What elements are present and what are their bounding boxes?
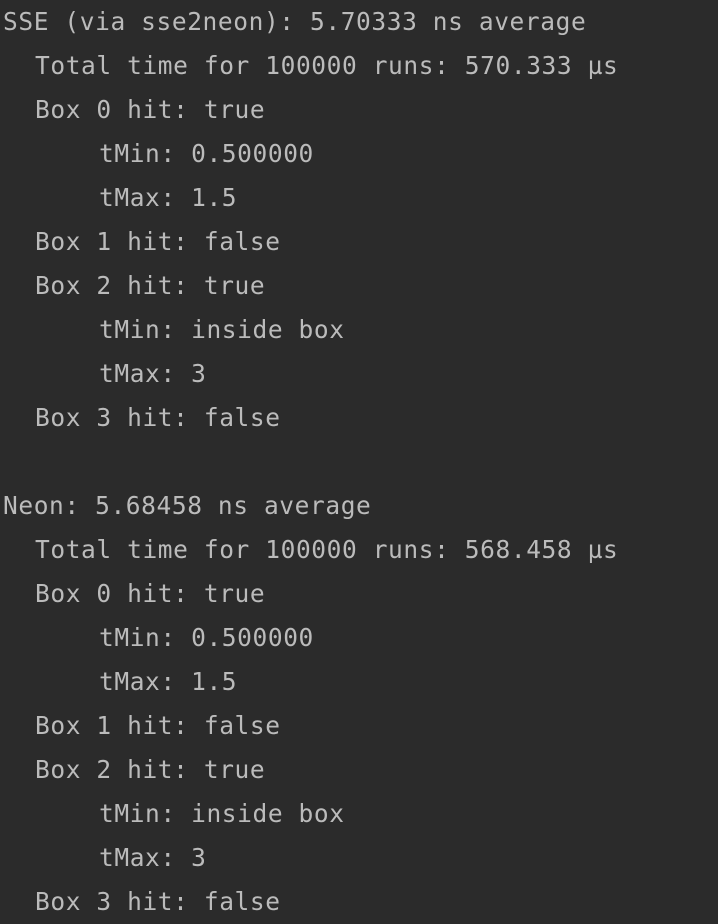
tmax-line: tMax: 1.5 (99, 183, 238, 212)
tmin-line: tMin: 0.500000 (99, 623, 314, 652)
benchmark-header-sse: SSE (via sse2neon): 5.70333 ns average (3, 7, 587, 36)
total-time-line: Total time for 100000 runs: 568.458 µs (35, 535, 619, 564)
tmin-line: tMin: inside box (99, 799, 345, 828)
box-hit-line: Box 0 hit: true (35, 579, 266, 608)
benchmark-header-neon: Neon: 5.68458 ns average (3, 491, 372, 520)
tmax-line: tMax: 1.5 (99, 667, 238, 696)
box-hit-line: Box 1 hit: false (35, 227, 281, 256)
box-hit-line: Box 2 hit: true (35, 271, 266, 300)
tmin-line: tMin: 0.500000 (99, 139, 314, 168)
box-hit-line: Box 3 hit: false (35, 403, 281, 432)
box-hit-line: Box 0 hit: true (35, 95, 266, 124)
tmax-line: tMax: 3 (99, 843, 207, 872)
box-hit-line: Box 3 hit: false (35, 887, 281, 916)
tmin-line: tMin: inside box (99, 315, 345, 344)
box-hit-line: Box 2 hit: true (35, 755, 266, 784)
console-output[interactable]: SSE (via sse2neon): 5.70333 ns average T… (0, 0, 718, 918)
box-hit-line: Box 1 hit: false (35, 711, 281, 740)
total-time-line: Total time for 100000 runs: 570.333 µs (35, 51, 619, 80)
tmax-line: tMax: 3 (99, 359, 207, 388)
